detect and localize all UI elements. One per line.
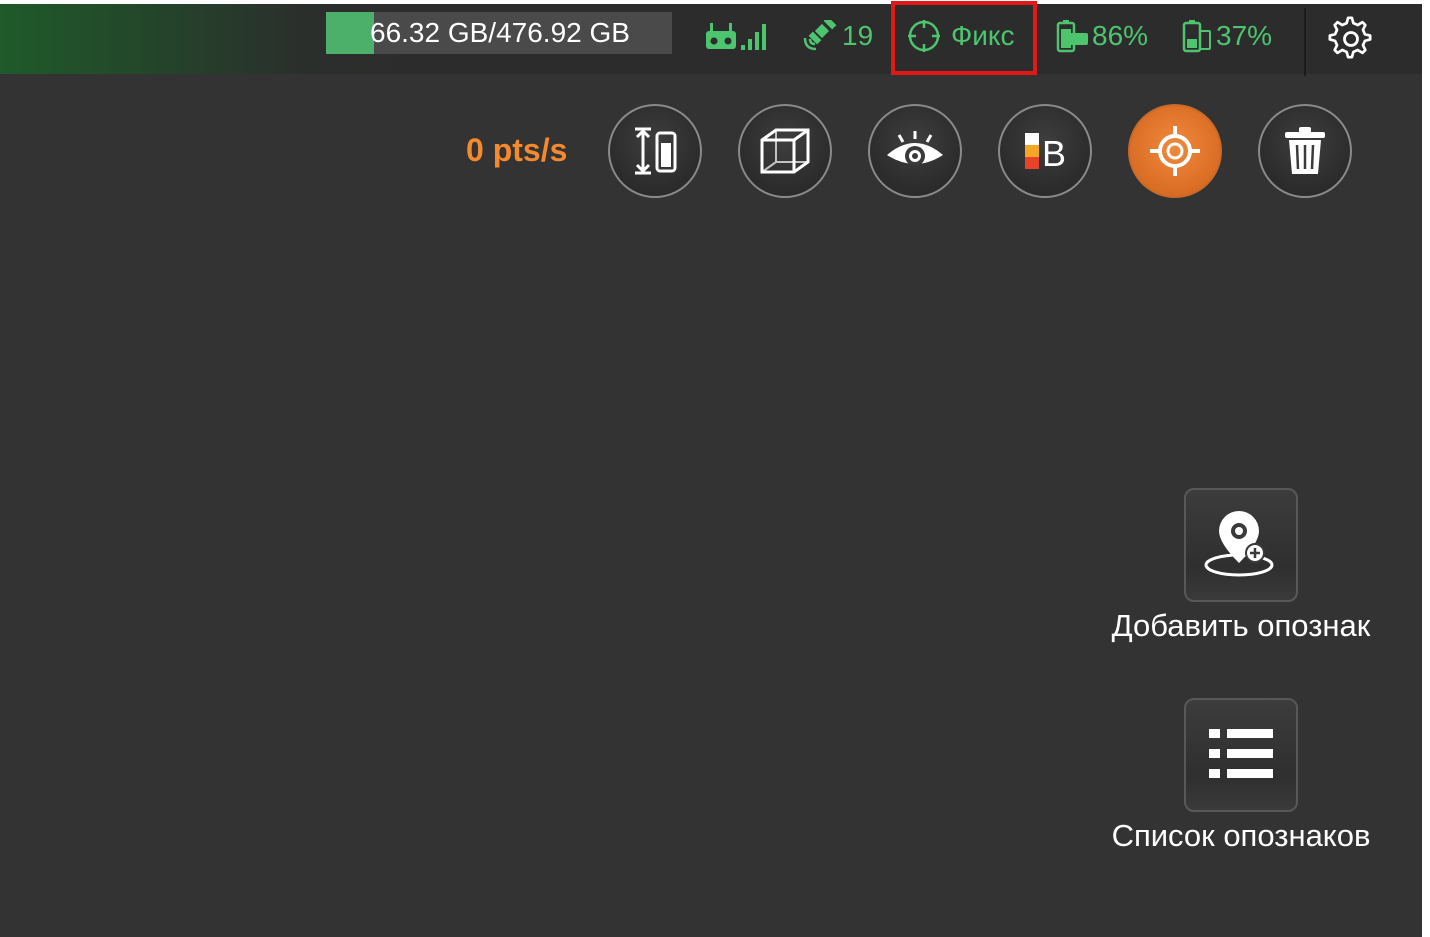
device-battery: 37% [1182,16,1272,56]
eye-icon [887,131,943,166]
height-range-icon [635,127,677,175]
storage-fill [326,12,375,54]
list-icon [1209,729,1273,778]
right-border [1422,0,1430,937]
controller-battery-text: 86% [1092,20,1149,51]
delete-button[interactable] [1258,104,1352,198]
cube-icon [760,128,810,174]
locate-icon [1150,126,1200,176]
gear-icon [1328,16,1372,59]
point-rate: 0 pts/s [466,132,568,168]
color-bar-button[interactable]: B [998,104,1092,198]
add-control-point-button[interactable] [1184,488,1298,602]
satellite-count-text: 19 [842,20,874,51]
locate-button[interactable] [1128,104,1222,198]
3d-box-button[interactable] [738,104,832,198]
signal-bars-icon [741,24,766,50]
control-point-list-button[interactable] [1184,698,1298,812]
storage-text: 66.32 GB/476.92 GB [370,17,630,48]
device-battery-text: 37% [1216,20,1273,51]
satellite-count: 19 [802,16,873,56]
color-bar-icon: B [1025,133,1066,172]
storage-indicator: 66.32 GB/476.92 GB [326,12,672,54]
status-divider [1304,8,1306,76]
satellite-icon [803,20,837,51]
svg-text:B: B [1042,133,1066,172]
height-range-button[interactable] [608,104,702,198]
remote-signal [704,16,770,56]
status-bar: 66.32 GB/476.92 GB 19 Фикс 86% 37% [0,1,1422,76]
view-button[interactable] [868,104,962,198]
settings-button[interactable] [1328,16,1374,62]
controller-battery-icon [1056,20,1088,53]
controller-battery: 86% [1056,16,1148,56]
trash-icon [1285,127,1325,174]
fix-highlight-box [891,1,1037,75]
remote-controller-icon [706,23,736,49]
control-point-list-label: Список опознаков [1111,818,1371,853]
device-battery-icon [1182,20,1211,53]
add-control-point-label: Добавить опознак [1111,608,1371,643]
add-location-pin-icon [1204,511,1274,577]
